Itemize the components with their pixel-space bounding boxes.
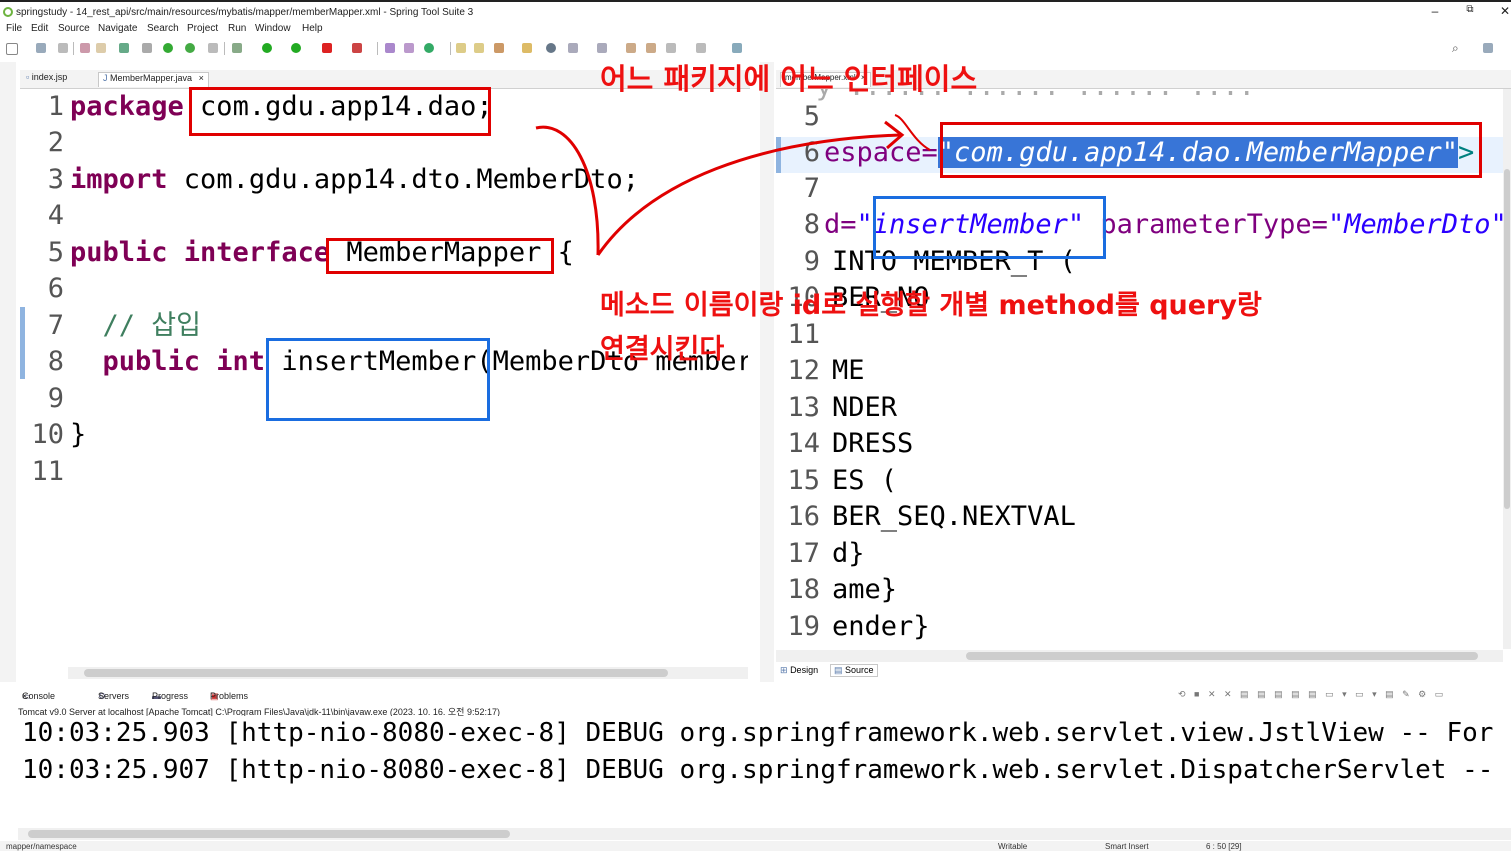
annotation-method-id: 메소드 이름이랑 id로 실행할 개별 method를 query랑 (600, 290, 1262, 321)
console-toolbar-icons[interactable]: ⟲ ■ ✕ ✕ ▤ ▤ ▤ ▤ ▤ ▭ ▾ ▭ ▾ ▤ ✎ ⚙ ▭ (1178, 689, 1446, 700)
status-bar: mapper/namespace Writable Smart Insert 6… (0, 841, 1511, 851)
console-line: 10:03:25.903 [http-nio-8080-exec-8] DEBU… (22, 718, 1494, 748)
status-cursor-position: 6 : 50 [29] (1206, 842, 1242, 851)
console-hscrollbar[interactable] (18, 828, 1511, 840)
status-insert-mode: Smart Insert (1105, 842, 1149, 851)
console-tabs: ▭ Console × ⚙ Servers ▬ Progress ▣ Probl… (22, 689, 1447, 701)
status-writable: Writable (998, 842, 1028, 851)
status-path: mapper/namespace (6, 842, 77, 851)
scroll-thumb[interactable] (28, 830, 510, 838)
annotation-connect: 연결시킨다 (600, 334, 725, 365)
console-output[interactable]: 10:03:25.903 [http-nio-8080-exec-8] DEBU… (18, 716, 1511, 828)
annotation-package-interface: 어느 패키지에 어느 인터페이스 (600, 62, 978, 96)
console-line: 10:03:25.907 [http-nio-8080-exec-8] DEBU… (22, 755, 1494, 785)
close-console-icon[interactable]: × (22, 691, 27, 701)
